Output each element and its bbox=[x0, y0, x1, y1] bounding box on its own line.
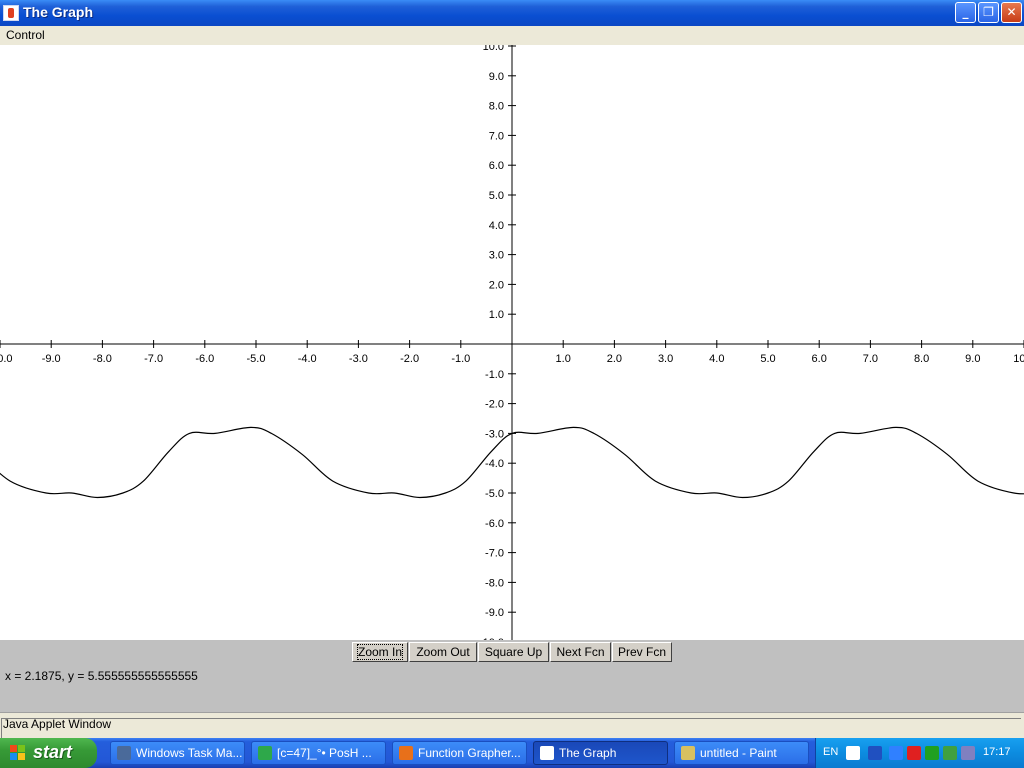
restore-icon[interactable] bbox=[868, 746, 882, 760]
y-tick-label: 1.0 bbox=[489, 309, 504, 321]
x-tick-label: 8.0 bbox=[914, 353, 929, 365]
zoom-in-label: Zoom In bbox=[356, 644, 404, 660]
graph-plot: -10.0 -9.0 -8.0 -7.0 -6.0 -5.0 -4.0 -3.0 -2.0 -1.… bbox=[0, 45, 1024, 640]
x-tick-label: -4.0 bbox=[298, 353, 317, 365]
close-button[interactable]: ✕ bbox=[1001, 2, 1022, 23]
x-tick-label: 1.0 bbox=[556, 353, 571, 365]
system-tray: EN 17:17 bbox=[815, 738, 1024, 768]
y-tick-label: 9.0 bbox=[489, 71, 504, 83]
x-tick-label: -7.0 bbox=[144, 353, 163, 365]
window-title-bar[interactable]: The Graph _ ❐ ✕ bbox=[0, 0, 1024, 26]
x-tick-label: -5.0 bbox=[247, 353, 266, 365]
y-tick-label: -8.0 bbox=[485, 577, 504, 589]
network-icon[interactable] bbox=[961, 746, 975, 760]
firefox-icon bbox=[399, 746, 413, 760]
taskbar-item-label: untitled - Paint bbox=[700, 746, 777, 760]
help-icon[interactable] bbox=[846, 746, 860, 760]
square-up-label: Square Up bbox=[484, 645, 543, 659]
menu-bar: Control bbox=[0, 26, 1024, 45]
coordinate-readout: x = 2.1875, y = 5.555555555555555 bbox=[5, 669, 198, 683]
x-tick-label: 6.0 bbox=[812, 353, 827, 365]
y-tick-label: -5.0 bbox=[485, 488, 504, 500]
taskbar-item-label: The Graph bbox=[559, 746, 617, 760]
y-tick-label: -2.0 bbox=[485, 399, 504, 411]
x-tick-label: -1.0 bbox=[451, 353, 470, 365]
next-fcn-label: Next Fcn bbox=[556, 645, 605, 659]
menu-control[interactable]: Control bbox=[6, 28, 45, 42]
messenger-icon bbox=[258, 746, 272, 760]
y-tick-label: 10.0 bbox=[483, 45, 504, 53]
taskbar-item-task-manager[interactable]: Windows Task Ma... bbox=[110, 741, 245, 765]
next-fcn-button[interactable]: Next Fcn bbox=[550, 642, 611, 662]
maximize-button[interactable]: ❐ bbox=[978, 2, 999, 23]
y-tick-label: 5.0 bbox=[489, 190, 504, 202]
applet-warning-bar: Java Applet Window bbox=[0, 712, 1024, 738]
y-tick-label: 4.0 bbox=[489, 220, 504, 232]
taskbar-item-label: [c=47]_°• PosH ... bbox=[277, 746, 372, 760]
windows-logo-icon bbox=[10, 745, 26, 761]
back-icon[interactable] bbox=[889, 746, 903, 760]
prev-fcn-button[interactable]: Prev Fcn bbox=[612, 642, 672, 662]
start-label: start bbox=[33, 742, 73, 762]
y-tick-label: 3.0 bbox=[489, 250, 504, 262]
users-icon[interactable] bbox=[943, 746, 957, 760]
y-tick-label: 2.0 bbox=[489, 279, 504, 291]
x-tick-label: 2.0 bbox=[607, 353, 622, 365]
clock: 17:17 bbox=[983, 746, 1011, 758]
x-tick-label: -9.0 bbox=[42, 353, 61, 365]
y-tick-label: 7.0 bbox=[489, 130, 504, 142]
x-tick-label: -3.0 bbox=[349, 353, 368, 365]
error-icon[interactable] bbox=[907, 746, 921, 760]
taskbar-item-messenger[interactable]: [c=47]_°• PosH ... bbox=[251, 741, 386, 765]
taskbar-item-label: Function Grapher... bbox=[418, 746, 521, 760]
control-panel: Zoom In Zoom Out Square Up Next Fcn Prev… bbox=[0, 640, 1024, 712]
x-tick-label: -6.0 bbox=[195, 353, 214, 365]
y-tick-label: -1.0 bbox=[485, 369, 504, 381]
square-up-button[interactable]: Square Up bbox=[478, 642, 549, 662]
paint-icon bbox=[681, 746, 695, 760]
zoom-out-label: Zoom Out bbox=[416, 645, 470, 659]
y-tick-label: -7.0 bbox=[485, 548, 504, 560]
graph-canvas[interactable]: -10.0 -9.0 -8.0 -7.0 -6.0 -5.0 -4.0 -3.0 -2.0 -1.… bbox=[0, 45, 1024, 640]
x-tick-label: 9.0 bbox=[965, 353, 980, 365]
y-tick-label: -6.0 bbox=[485, 518, 504, 530]
java-icon bbox=[540, 746, 554, 760]
x-tick-label: -10.0 bbox=[0, 353, 13, 365]
zoom-out-button[interactable]: Zoom Out bbox=[409, 642, 477, 662]
x-tick-label: 4.0 bbox=[709, 353, 724, 365]
x-tick-label: 5.0 bbox=[760, 353, 775, 365]
terminal-icon[interactable] bbox=[925, 746, 939, 760]
taskbar-item-the-graph[interactable]: The Graph bbox=[533, 741, 668, 765]
x-tick-label: 7.0 bbox=[863, 353, 878, 365]
language-indicator[interactable]: EN bbox=[823, 746, 838, 758]
minimize-button[interactable]: _ bbox=[955, 2, 976, 23]
taskbar: start Windows Task Ma... [c=47]_°• PosH … bbox=[0, 738, 1024, 768]
x-tick-label: -2.0 bbox=[400, 353, 419, 365]
prev-fcn-label: Prev Fcn bbox=[617, 645, 666, 659]
x-tick-label: 10.0 bbox=[1013, 353, 1024, 365]
y-tick-label: 8.0 bbox=[489, 101, 504, 113]
x-tick-label: -8.0 bbox=[93, 353, 112, 365]
monitor-icon bbox=[117, 746, 131, 760]
taskbar-item-label: Windows Task Ma... bbox=[136, 746, 243, 760]
window-title: The Graph bbox=[23, 4, 94, 20]
y-tick-label: -9.0 bbox=[485, 607, 504, 619]
taskbar-item-paint[interactable]: untitled - Paint bbox=[674, 741, 809, 765]
taskbar-item-function-grapher[interactable]: Function Grapher... bbox=[392, 741, 527, 765]
y-tick-label: 6.0 bbox=[489, 160, 504, 172]
java-icon bbox=[3, 5, 19, 21]
y-tick-label: -4.0 bbox=[485, 458, 504, 470]
applet-warning-text: Java Applet Window bbox=[3, 717, 112, 731]
y-tick-label: -3.0 bbox=[485, 428, 504, 440]
zoom-in-button[interactable]: Zoom In bbox=[352, 642, 408, 662]
start-button[interactable]: start bbox=[0, 738, 97, 768]
x-tick-label: 3.0 bbox=[658, 353, 673, 365]
